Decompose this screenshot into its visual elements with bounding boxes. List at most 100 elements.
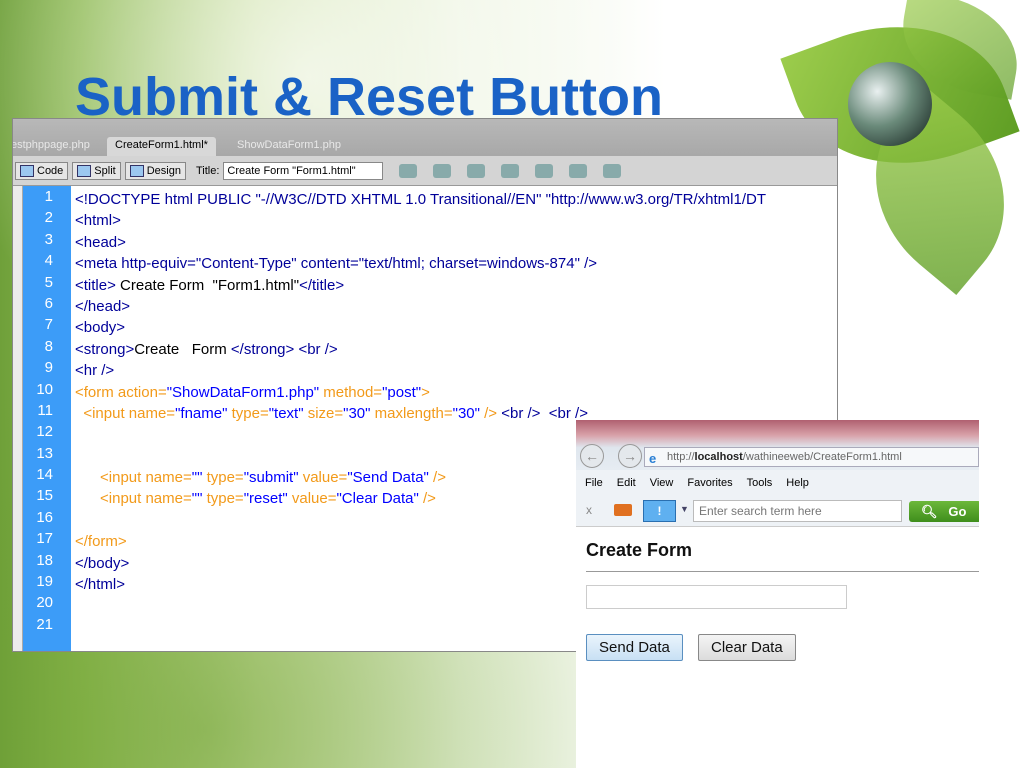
split-icon bbox=[77, 164, 92, 177]
code-token: "Send Data" bbox=[347, 469, 429, 487]
code-token: <input name= bbox=[75, 404, 176, 422]
title-input[interactable]: Create Form "Form1.html" bbox=[223, 161, 384, 180]
line-number: 12 bbox=[36, 423, 53, 441]
code-token: </strong> <br /> bbox=[230, 340, 338, 358]
code-token: value= bbox=[298, 469, 348, 487]
code-token: <input name= bbox=[75, 469, 192, 487]
toolbox-icon[interactable] bbox=[614, 504, 632, 516]
line-number: 20 bbox=[36, 594, 53, 612]
code-line[interactable]: <strong>Create Form </strong> <br /> bbox=[75, 339, 837, 360]
menu-favorites[interactable]: Favorites bbox=[687, 477, 732, 489]
globe-icon[interactable] bbox=[501, 163, 520, 178]
menu-view[interactable]: View bbox=[650, 477, 674, 489]
menu-help[interactable]: Help bbox=[786, 477, 809, 489]
code-token: </head> bbox=[75, 297, 131, 315]
menu-tools[interactable]: Tools bbox=[747, 477, 773, 489]
code-token: <hr /> bbox=[75, 362, 115, 380]
forward-button[interactable]: → bbox=[618, 444, 642, 468]
code-token: </title> bbox=[299, 276, 345, 294]
split-label: Split bbox=[94, 164, 116, 177]
url-path: /wathineeweb/CreateForm1.html bbox=[742, 451, 902, 463]
fname-input[interactable] bbox=[586, 585, 847, 609]
code-token: "fname" bbox=[175, 404, 228, 422]
title-label: Title: bbox=[195, 164, 220, 177]
code-token: <head> bbox=[75, 233, 126, 251]
code-token: maxlength= bbox=[370, 404, 453, 422]
code-token: Create Form bbox=[134, 340, 231, 358]
back-button[interactable]: ← bbox=[580, 444, 604, 468]
code-line[interactable]: <hr /> bbox=[75, 360, 837, 381]
code-label: Code bbox=[37, 164, 64, 177]
code-token: /> bbox=[479, 404, 498, 422]
code-token: > bbox=[421, 383, 430, 401]
file-management-icon[interactable] bbox=[467, 163, 486, 178]
line-number: 17 bbox=[36, 530, 53, 548]
code-token: "text" bbox=[268, 404, 304, 422]
visual-aids-icon[interactable] bbox=[603, 163, 622, 178]
line-number: 21 bbox=[36, 615, 53, 633]
code-token: type= bbox=[202, 490, 244, 508]
code-line[interactable]: <form action="ShowDataForm1.php" method=… bbox=[75, 382, 837, 403]
code-token: <!DOCTYPE html PUBLIC "-//W3C//DTD XHTML… bbox=[75, 191, 766, 208]
code-token: <br /> <br /> bbox=[497, 404, 588, 422]
browser-titlebar: ← → e http://localhost/wathineeweb/Create… bbox=[576, 420, 979, 470]
line-number: 10 bbox=[36, 380, 53, 398]
design-view-button[interactable]: Design bbox=[124, 161, 186, 180]
address-bar[interactable]: e http://localhost/wathineeweb/CreateForm… bbox=[644, 447, 979, 467]
code-token: /> bbox=[418, 490, 436, 508]
search-toolbar: x ! ▼ Enter search term here 🔍︎ Go bbox=[576, 496, 979, 527]
code-view-button[interactable]: Code bbox=[15, 161, 69, 180]
line-number: 19 bbox=[36, 573, 53, 591]
go-button[interactable]: 🔍︎ Go bbox=[909, 501, 979, 522]
line-number: 5 bbox=[44, 273, 53, 291]
code-token: type= bbox=[202, 469, 244, 487]
code-line[interactable]: <body> bbox=[75, 317, 837, 338]
code-line[interactable]: <head> bbox=[75, 232, 837, 253]
view-options-icon[interactable] bbox=[569, 163, 588, 178]
code-token: <input name= bbox=[75, 490, 192, 508]
split-view-button[interactable]: Split bbox=[72, 161, 121, 180]
send-data-button[interactable]: Send Data bbox=[586, 634, 683, 661]
search-input[interactable]: Enter search term here bbox=[693, 500, 902, 522]
close-icon[interactable]: x bbox=[586, 503, 592, 517]
line-number: 6 bbox=[44, 294, 53, 312]
dropdown-arrow-icon[interactable]: ▼ bbox=[680, 504, 689, 514]
code-token: size= bbox=[303, 404, 344, 422]
preview-icon[interactable] bbox=[433, 163, 452, 178]
line-number: 15 bbox=[36, 487, 53, 505]
refresh-icon[interactable] bbox=[535, 163, 554, 178]
ie-icon: e bbox=[649, 451, 657, 466]
code-token: Create Form "Form1.html" bbox=[115, 276, 300, 294]
code-token: </html> bbox=[75, 576, 126, 594]
line-number: 3 bbox=[44, 230, 53, 248]
alert-icon[interactable]: ! bbox=[643, 500, 676, 522]
code-token: </form> bbox=[75, 533, 127, 551]
code-line[interactable]: <title> Create Form "Form1.html"</title> bbox=[75, 275, 837, 296]
document-tabs: estphppage.php CreateForm1.html* ShowDat… bbox=[13, 119, 837, 156]
validate-icon[interactable] bbox=[399, 163, 418, 178]
coding-toolbar bbox=[13, 186, 23, 651]
clear-data-button[interactable]: Clear Data bbox=[698, 634, 796, 661]
line-number: 18 bbox=[36, 551, 53, 569]
code-line[interactable]: </head> bbox=[75, 296, 837, 317]
line-number: 13 bbox=[36, 444, 53, 462]
menu-file[interactable]: File bbox=[585, 477, 603, 489]
code-icon bbox=[20, 164, 34, 177]
design-label: Design bbox=[146, 164, 181, 177]
code-token: <html> bbox=[75, 212, 121, 230]
code-token: method= bbox=[319, 383, 383, 401]
code-token: value= bbox=[287, 490, 337, 508]
code-token: <title> bbox=[75, 276, 116, 294]
tab-showdataform1[interactable]: ShowDataForm1.php bbox=[237, 139, 341, 151]
tab-createform1[interactable]: CreateForm1.html* bbox=[107, 137, 216, 156]
code-token: "submit" bbox=[243, 469, 299, 487]
tab-testphppage[interactable]: estphppage.php bbox=[13, 139, 90, 151]
code-line[interactable]: <!DOCTYPE html PUBLIC "-//W3C//DTD XHTML… bbox=[75, 189, 837, 210]
code-token: <body> bbox=[75, 319, 126, 337]
line-number: 2 bbox=[44, 209, 53, 227]
code-token: <form action= bbox=[75, 383, 167, 401]
menu-edit[interactable]: Edit bbox=[617, 477, 636, 489]
code-line[interactable]: <html> bbox=[75, 210, 837, 231]
code-token: "ShowDataForm1.php" bbox=[166, 383, 320, 401]
code-line[interactable]: <meta http-equiv="Content-Type" content=… bbox=[75, 253, 837, 274]
